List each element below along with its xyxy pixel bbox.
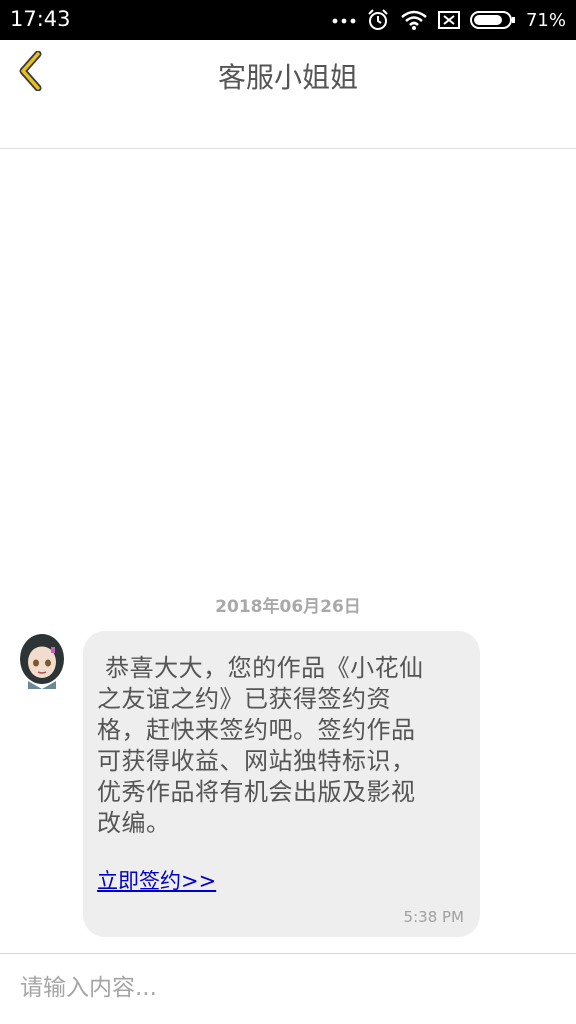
page-title: 客服小姐姐 — [217, 61, 358, 94]
battery-icon — [469, 10, 516, 30]
more-dots-icon — [332, 15, 356, 25]
wifi-icon — [400, 9, 428, 31]
chat-area[interactable]: 2018年06月26日 恭喜大大，您的作品《小花仙之友谊之约》已获得签约资格，赶… — [0, 150, 576, 953]
customer-service-avatar[interactable] — [18, 633, 66, 689]
status-bar: 17:43 71% — [0, 0, 576, 40]
status-time: 17:43 — [10, 7, 71, 31]
message-input[interactable] — [20, 964, 550, 1012]
status-icons: 71% — [332, 6, 566, 34]
date-separator: 2018年06月26日 — [215, 597, 361, 617]
alarm-icon — [366, 8, 390, 32]
message-text: 恭喜大大，您的作品《小花仙之友谊之约》已获得签约资格，赶快来签约吧。签约作品可获… — [97, 654, 424, 837]
input-bar — [0, 953, 576, 1024]
message-bubble: 恭喜大大，您的作品《小花仙之友谊之约》已获得签约资格，赶快来签约吧。签约作品可获… — [83, 631, 480, 937]
message-time: 5:38 PM — [403, 908, 464, 926]
sign-now-link[interactable]: 立即签约>> — [97, 865, 216, 895]
sim-off-icon — [437, 10, 460, 30]
battery-percent: 71% — [525, 9, 566, 31]
